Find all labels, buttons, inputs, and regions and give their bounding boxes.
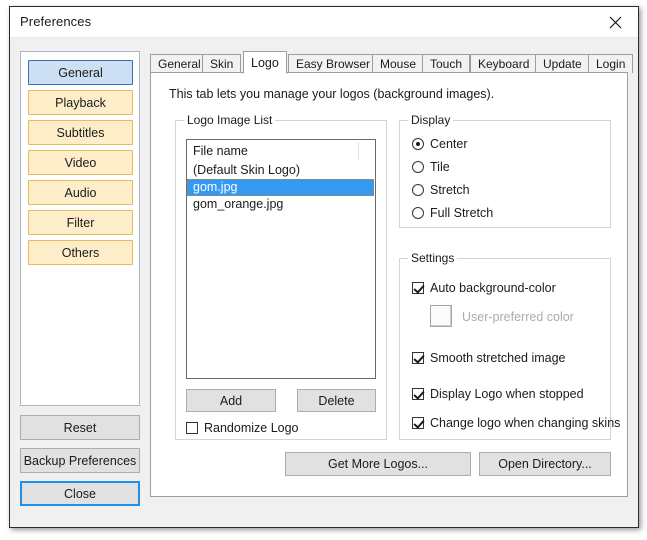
tab-label: Login <box>596 57 626 71</box>
logo-image-list-group: Logo Image List File name (Default Skin … <box>175 113 387 440</box>
list-header: File name <box>187 140 375 162</box>
tab-easy-browser[interactable]: Easy Browser <box>288 54 379 73</box>
sidebar-item-video[interactable]: Video <box>28 150 133 175</box>
sidebar-item-others[interactable]: Others <box>28 240 133 265</box>
tab-label: Update <box>543 57 582 71</box>
title-bar: Preferences <box>10 7 638 38</box>
close-button[interactable]: Close <box>20 481 140 506</box>
tab-label: Skin <box>210 57 234 71</box>
sidebar-item-audio[interactable]: Audio <box>28 180 133 205</box>
radio-label: Tile <box>430 160 450 174</box>
sidebar-item-label: Playback <box>55 95 106 110</box>
sidebar-item-label: Audio <box>64 185 97 200</box>
tab-control: General Skin Logo Easy Browser Mouse Tou… <box>150 51 634 497</box>
radio-icon <box>412 184 424 196</box>
sidebar-item-label: Subtitles <box>56 125 105 140</box>
sidebar-item-general[interactable]: General <box>28 60 133 85</box>
close-button-label: Close <box>64 486 96 501</box>
tab-label: Mouse <box>380 57 417 71</box>
tab-touch[interactable]: Touch <box>422 54 471 73</box>
display-logo-when-stopped-checkbox[interactable]: Display Logo when stopped <box>412 387 584 401</box>
randomize-logo-label: Randomize Logo <box>204 421 299 435</box>
tab-keyboard[interactable]: Keyboard <box>470 54 538 73</box>
reset-button[interactable]: Reset <box>20 415 140 440</box>
tab-description: This tab lets you manage your logos (bac… <box>169 87 495 101</box>
smooth-stretched-image-checkbox[interactable]: Smooth stretched image <box>412 351 566 365</box>
column-header-file-name: File name <box>193 144 248 158</box>
open-directory-label: Open Directory... <box>498 457 592 471</box>
radio-icon <box>412 138 424 150</box>
column-divider <box>358 142 359 160</box>
add-button[interactable]: Add <box>186 389 276 412</box>
tab-strip: General Skin Logo Easy Browser Mouse Tou… <box>150 51 634 74</box>
auto-background-color-checkbox[interactable]: Auto background-color <box>412 281 556 295</box>
settings-group: Settings Auto background-color User-pref… <box>399 251 620 440</box>
logo-file-list[interactable]: File name (Default Skin Logo) gom.jpg go… <box>186 139 376 379</box>
radio-label: Stretch <box>430 183 470 197</box>
checkbox-icon <box>412 417 424 429</box>
tab-login[interactable]: Login <box>588 54 634 73</box>
radio-center[interactable]: Center <box>412 137 468 151</box>
tab-label: General <box>158 57 201 71</box>
reset-button-label: Reset <box>63 420 97 435</box>
list-item[interactable]: (Default Skin Logo) <box>187 162 375 179</box>
sidebar-item-playback[interactable]: Playback <box>28 90 133 115</box>
sidebar-item-filter[interactable]: Filter <box>28 210 133 235</box>
change-logo-when-changing-skins-checkbox[interactable]: Change logo when changing skins <box>412 416 620 430</box>
add-button-label: Add <box>219 393 243 408</box>
radio-label: Full Stretch <box>430 206 494 220</box>
tab-update[interactable]: Update <box>535 54 590 73</box>
tab-label: Easy Browser <box>296 57 371 71</box>
display-group-label: Display <box>408 113 454 127</box>
tab-general[interactable]: General <box>150 54 209 73</box>
get-more-logos-label: Get More Logos... <box>327 457 429 471</box>
delete-button[interactable]: Delete <box>297 389 376 412</box>
change-logo-when-changing-skins-label: Change logo when changing skins <box>430 416 621 430</box>
sidebar-item-subtitles[interactable]: Subtitles <box>28 120 133 145</box>
backup-preferences-label: Backup Preferences <box>23 453 137 468</box>
list-item[interactable]: gom_orange.jpg <box>187 196 375 213</box>
radio-full-stretch[interactable]: Full Stretch <box>412 206 493 220</box>
tab-label: Logo <box>251 55 279 70</box>
auto-background-color-label: Auto background-color <box>430 281 556 295</box>
sidebar-item-label: Video <box>64 155 97 170</box>
checkbox-icon <box>412 388 424 400</box>
tab-page-logo: This tab lets you manage your logos (bac… <box>150 72 628 497</box>
preferences-window: Preferences General Playback Subtitles V… <box>9 6 639 528</box>
window-title: Preferences <box>20 14 92 29</box>
user-preferred-color-swatch <box>430 305 452 327</box>
sidebar-item-label: General <box>58 65 103 80</box>
radio-icon <box>412 161 424 173</box>
delete-button-label: Delete <box>318 393 355 408</box>
settings-group-label: Settings <box>408 251 458 265</box>
checkbox-icon <box>412 282 424 294</box>
backup-preferences-button[interactable]: Backup Preferences <box>20 448 140 473</box>
user-preferred-color-label: User-preferred color <box>462 310 574 324</box>
tab-skin[interactable]: Skin <box>202 54 242 73</box>
tab-label: Touch <box>430 57 463 71</box>
smooth-stretched-image-label: Smooth stretched image <box>430 351 566 365</box>
checkbox-icon <box>186 422 198 434</box>
logo-image-list-group-label: Logo Image List <box>184 113 276 127</box>
sidebar-panel: General Playback Subtitles Video Audio F… <box>20 51 140 406</box>
display-group: Display Center Tile Stretch Full Stretch <box>399 113 611 228</box>
close-icon[interactable] <box>593 7 638 37</box>
display-logo-when-stopped-label: Display Logo when stopped <box>430 387 584 401</box>
get-more-logos-button[interactable]: Get More Logos... <box>285 452 471 476</box>
tab-mouse[interactable]: Mouse <box>372 54 425 73</box>
sidebar-item-label: Others <box>61 245 100 260</box>
list-item[interactable]: gom.jpg <box>187 179 374 196</box>
radio-icon <box>412 207 424 219</box>
desktop-background: Preferences General Playback Subtitles V… <box>0 0 647 540</box>
radio-tile[interactable]: Tile <box>412 160 450 174</box>
open-directory-button[interactable]: Open Directory... <box>479 452 611 476</box>
sidebar-item-label: Filter <box>66 215 95 230</box>
randomize-logo-checkbox[interactable]: Randomize Logo <box>186 421 299 435</box>
checkbox-icon <box>412 352 424 364</box>
tab-logo[interactable]: Logo <box>243 51 287 74</box>
radio-label: Center <box>430 137 468 151</box>
radio-stretch[interactable]: Stretch <box>412 183 470 197</box>
tab-label: Keyboard <box>478 57 530 71</box>
